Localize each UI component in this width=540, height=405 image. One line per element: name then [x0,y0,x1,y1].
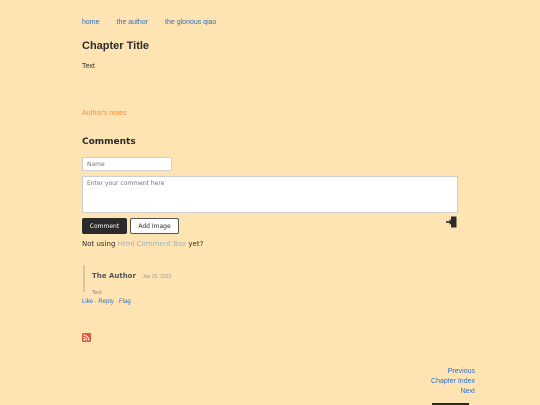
previous-link[interactable]: Previous [431,367,475,377]
rss-icon[interactable] [82,333,91,342]
nav-home-link[interactable]: home [82,19,100,26]
not-using-prefix: Not using [82,240,118,248]
name-input[interactable] [82,157,172,171]
html-comment-box-link[interactable]: Html Comment Box [118,240,187,248]
site-nav: home the author the glorious qiao [82,19,216,26]
flag-link[interactable]: Flag [119,299,131,305]
add-image-button[interactable]: Add Image [130,218,179,234]
reply-link[interactable]: Reply [98,299,113,305]
chapter-index-link[interactable]: Chapter Index [431,377,475,387]
comment-button[interactable]: Comment [82,218,127,234]
comment-actions: Like · Reply · Flag [82,299,131,305]
comment-body: Test [92,290,102,296]
comment-header: The Author Jan 25, 2023 [92,265,203,283]
chapter-text: Text [82,63,95,70]
not-using-suffix: yet? [186,240,204,248]
comment-date: Jan 25, 2023 [142,274,172,280]
comment-entry: The Author Jan 25, 2023 Test [83,265,203,296]
login-icon[interactable] [446,216,457,228]
next-link[interactable]: Next [431,387,475,397]
nav-author-link[interactable]: the author [117,19,149,26]
chapter-title: Chapter Title [82,40,150,52]
author-notes: Author's notes [82,110,127,117]
like-link[interactable]: Like [82,299,93,305]
comment-textarea[interactable] [82,176,458,213]
comment-author: The Author [92,272,136,280]
comments-heading: Comments [82,137,136,147]
not-using-prompt: Not using Html Comment Box yet? [82,240,203,248]
chapter-navigation: Previous Chapter Index Next [431,367,475,397]
nav-qiao-link[interactable]: the glorious qiao [165,19,216,26]
